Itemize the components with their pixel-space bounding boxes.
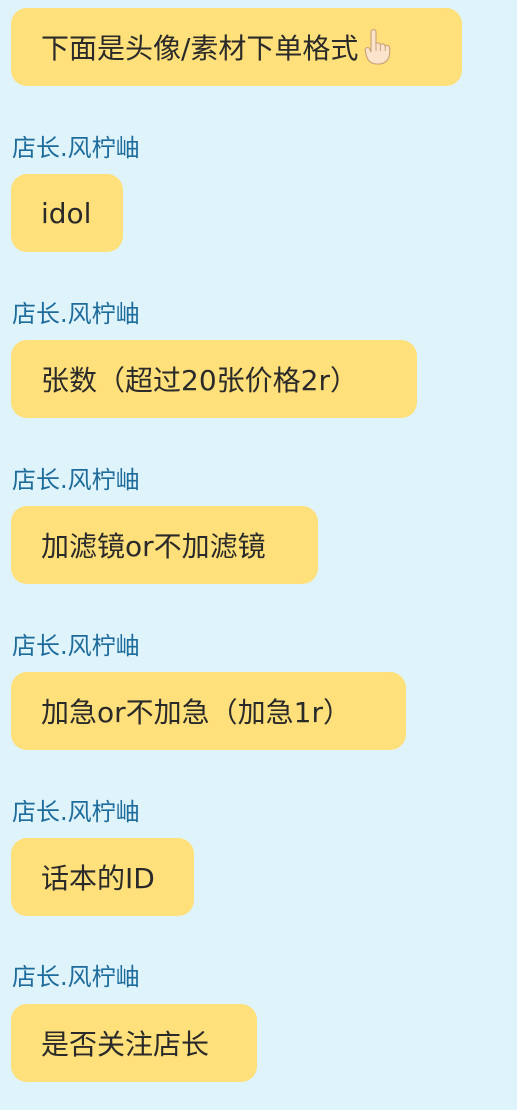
message-text: 张数（超过20张价格2r） bbox=[41, 364, 358, 397]
message-bubble[interactable]: 张数（超过20张价格2r） bbox=[11, 340, 417, 418]
message-text: 是否关注店长 bbox=[41, 1028, 210, 1061]
message-bubble[interactable]: 是否关注店长 bbox=[11, 1004, 257, 1082]
message-bubble[interactable]: 加滤镜or不加滤镜 bbox=[11, 506, 318, 584]
message-text: idol bbox=[41, 196, 92, 230]
sender-name: 店长.风柠岫 bbox=[12, 466, 140, 494]
message-bubble[interactable]: 下面是头像/素材下单格式 bbox=[11, 8, 462, 86]
message-text: 加滤镜or不加滤镜 bbox=[41, 530, 266, 563]
chat-message-list: 下面是头像/素材下单格式 店长.风柠岫 idol 店长.风柠岫 张数（超过20张… bbox=[0, 0, 517, 1110]
sender-name: 店长.风柠岫 bbox=[12, 963, 140, 991]
sender-name: 店长.风柠岫 bbox=[12, 798, 140, 826]
sender-name: 店长.风柠岫 bbox=[12, 134, 140, 162]
message-text: 话本的ID bbox=[41, 862, 155, 895]
message-bubble[interactable]: 话本的ID bbox=[11, 838, 194, 916]
sender-name: 店长.风柠岫 bbox=[12, 300, 140, 328]
pointing-down-hand-icon bbox=[360, 29, 392, 65]
message-bubble[interactable]: idol bbox=[11, 174, 123, 252]
message-text: 下面是头像/素材下单格式 bbox=[41, 32, 359, 65]
sender-name: 店长.风柠岫 bbox=[12, 632, 140, 660]
message-text: 加急or不加急（加急1r） bbox=[41, 696, 351, 729]
message-bubble[interactable]: 加急or不加急（加急1r） bbox=[11, 672, 406, 750]
